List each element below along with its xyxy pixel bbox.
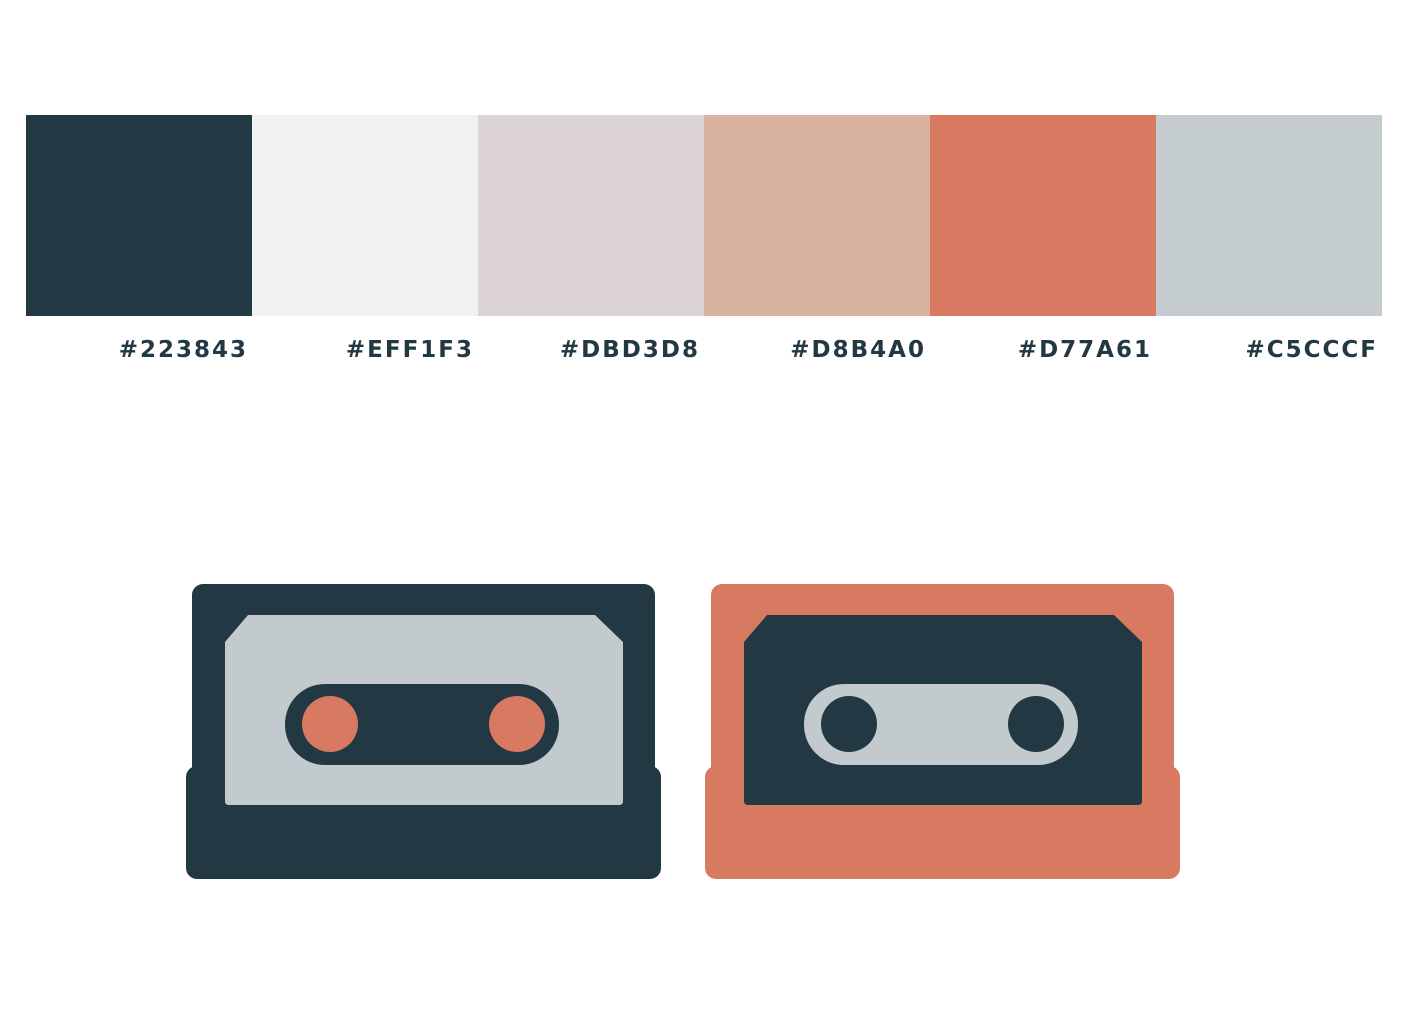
cassette-illustrations bbox=[186, 584, 1180, 879]
cassette-icon bbox=[186, 584, 661, 879]
cassette-icon bbox=[705, 584, 1180, 879]
